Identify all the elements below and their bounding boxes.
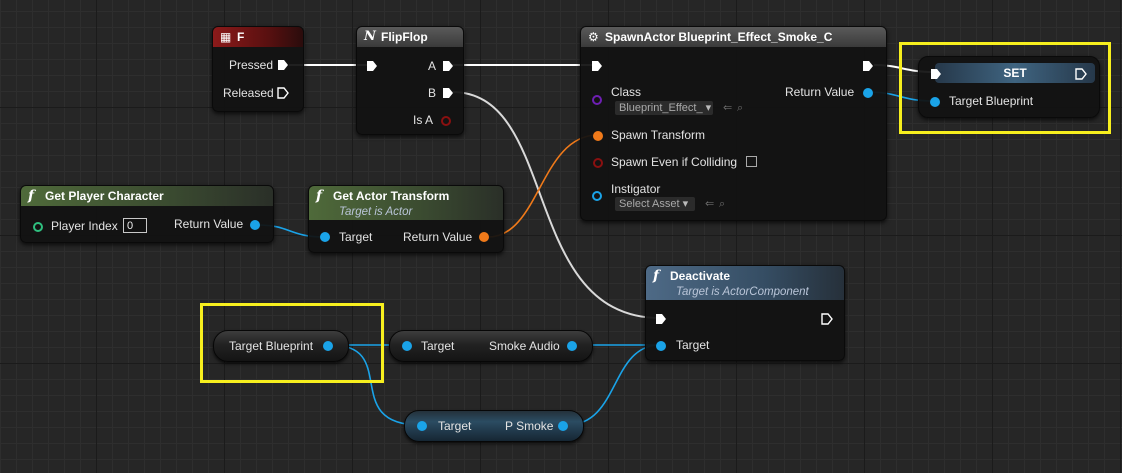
instigator-combo-value: Select Asset [619, 198, 680, 210]
player-index-field[interactable]: 0 [123, 218, 147, 233]
class-label: Class [611, 85, 642, 99]
function-icon: f [316, 188, 323, 204]
get-player-character-header: f Get Player Character [21, 186, 273, 206]
key-f-header: ▦ F [213, 27, 303, 47]
p-smoke-label: P Smoke [505, 419, 554, 433]
target-blueprint-highlight-box [200, 303, 384, 383]
flipflop-header: N FlipFlop [357, 27, 463, 47]
get-transform-target-pin[interactable] [320, 232, 330, 242]
deactivate-target-label: Target [676, 338, 710, 352]
get-player-return-label: Return Value [174, 217, 244, 231]
spawn-actor-title: SpawnActor Blueprint_Effect_Smoke_C [605, 30, 833, 44]
p-smoke-target-pin[interactable] [417, 421, 427, 431]
smoke-audio-target-pin[interactable] [402, 341, 412, 351]
use-selected-icon[interactable]: ⇐ [705, 197, 714, 211]
class-combo-value: Blueprint_Effect_ [619, 102, 703, 114]
deactivate-subtitle: Target is ActorComponent [676, 286, 809, 298]
key-f-node[interactable]: ▦ F Pressed Released [212, 26, 304, 112]
browse-icon[interactable]: ⌕ [719, 197, 725, 211]
get-player-return-pin[interactable] [250, 220, 260, 230]
smoke-audio-output-pin[interactable] [567, 341, 577, 351]
spawn-return-value-pin[interactable] [863, 88, 873, 98]
key-f-title: F [237, 30, 245, 44]
released-exec-pin[interactable] [277, 87, 289, 99]
deactivate-title: Deactivate [670, 269, 731, 283]
instigator-label: Instigator [611, 182, 661, 196]
flipflop-a-label: A [428, 59, 437, 73]
spawn-actor-node[interactable]: ⚙ SpawnActor Blueprint_Effect_Smoke_C Cl… [580, 26, 887, 221]
get-actor-transform-title: Get Actor Transform [333, 189, 450, 203]
function-icon: f [653, 268, 660, 284]
get-actor-transform-node[interactable]: f Get Actor Transform Target is Actor Ta… [308, 185, 504, 253]
p-smoke-target-label: Target [438, 419, 472, 433]
player-index-pin[interactable] [33, 222, 43, 232]
flipflop-b-label: B [428, 86, 437, 100]
spawn-exec-out-pin[interactable] [862, 60, 874, 72]
chevron-down-icon: ▾ [705, 102, 712, 114]
flipflop-a-pin[interactable] [442, 60, 454, 72]
pressed-exec-pin[interactable] [277, 59, 289, 71]
chevron-down-icon: ▾ [682, 198, 689, 210]
spawn-actor-header: ⚙ SpawnActor Blueprint_Effect_Smoke_C [581, 27, 886, 47]
flipflop-b-pin[interactable] [442, 87, 454, 99]
smoke-audio-getter-node[interactable]: Target Smoke Audio [389, 330, 593, 362]
spawn-even-checkbox[interactable] [746, 156, 757, 167]
spawn-even-label: Spawn Even if Colliding [611, 155, 738, 169]
get-player-character-node[interactable]: f Get Player Character Player Index 0 Re… [20, 185, 274, 243]
get-actor-transform-subtitle: Target is Actor [339, 206, 413, 218]
set-highlight-box [899, 42, 1111, 134]
pressed-label: Pressed [229, 58, 274, 72]
browse-icon[interactable]: ⌕ [737, 101, 743, 115]
deactivate-exec-in-pin[interactable] [655, 313, 667, 325]
return-value-label: Return Value [785, 85, 855, 99]
use-selected-icon[interactable]: ⇐ [723, 101, 732, 115]
instigator-combo[interactable]: Select Asset ▾ [615, 197, 695, 211]
get-player-character-title: Get Player Character [45, 189, 164, 203]
spawn-exec-in-pin[interactable] [591, 60, 603, 72]
spawn-transform-pin[interactable] [593, 131, 603, 141]
smoke-audio-label: Smoke Audio [489, 339, 560, 353]
smoke-audio-target-label: Target [421, 339, 455, 353]
deactivate-header: f Deactivate Target is ActorComponent [646, 266, 844, 300]
released-label: Released [223, 86, 274, 100]
p-smoke-output-pin[interactable] [558, 421, 568, 431]
deactivate-node[interactable]: f Deactivate Target is ActorComponent Ta… [645, 265, 845, 361]
spawn-transform-label: Spawn Transform [611, 128, 706, 142]
instigator-pin[interactable] [592, 191, 602, 201]
spawn-icon: ⚙ [588, 30, 599, 44]
get-transform-return-label: Return Value [403, 230, 473, 244]
flipflop-icon: N [364, 29, 376, 44]
function-icon: f [28, 188, 35, 204]
flipflop-exec-in-pin[interactable] [366, 60, 378, 72]
spawn-even-pin[interactable] [593, 158, 603, 168]
flipflop-is-a-label: Is A [413, 113, 434, 127]
get-transform-target-label: Target [339, 230, 373, 244]
keyboard-icon: ▦ [220, 30, 232, 44]
player-index-label: Player Index [51, 219, 118, 233]
flipflop-title: FlipFlop [381, 30, 428, 44]
class-combo[interactable]: Blueprint_Effect_ ▾ [615, 101, 713, 115]
get-transform-return-pin[interactable] [479, 232, 489, 242]
flipflop-node[interactable]: N FlipFlop A B Is A [356, 26, 464, 135]
get-actor-transform-header: f Get Actor Transform Target is Actor [309, 186, 503, 220]
class-pin[interactable] [592, 95, 602, 105]
p-smoke-getter-node[interactable]: Target P Smoke [404, 410, 584, 442]
deactivate-target-pin[interactable] [656, 341, 666, 351]
deactivate-exec-out-pin[interactable] [821, 313, 833, 325]
is-a-bool-pin[interactable] [441, 116, 451, 126]
